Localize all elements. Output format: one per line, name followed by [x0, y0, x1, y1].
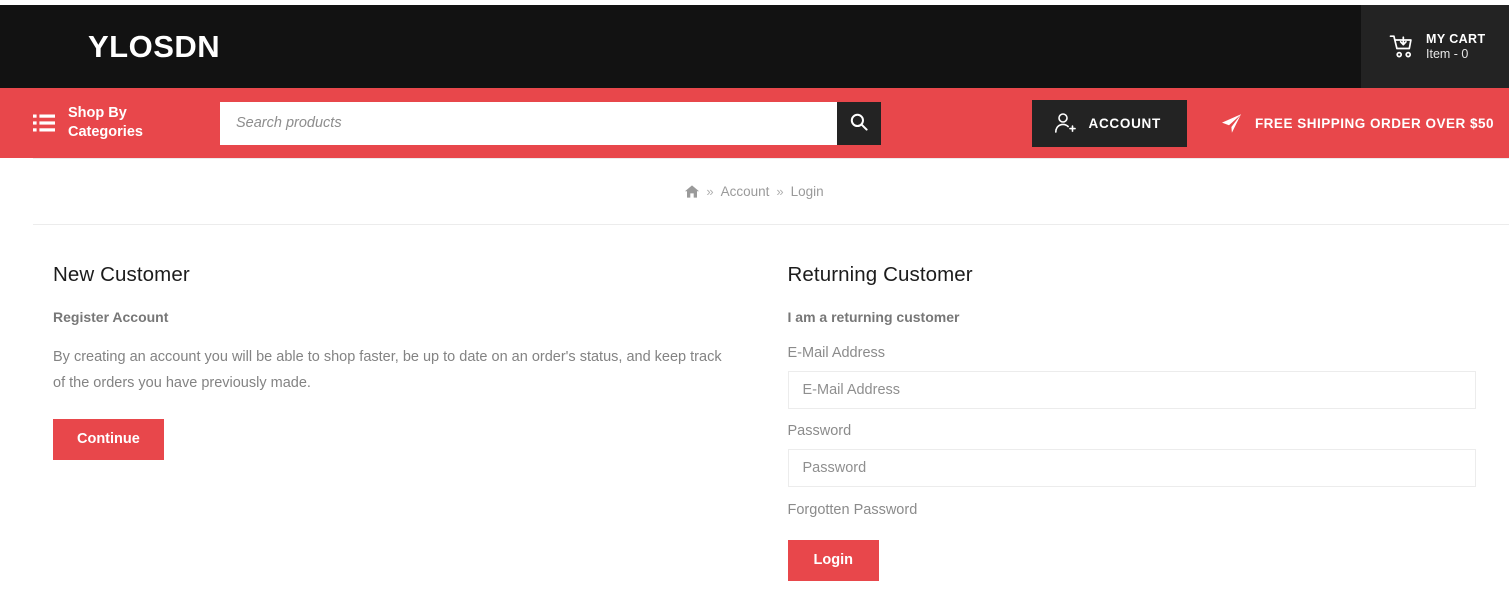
free-shipping-notice: FREE SHIPPING ORDER OVER $50 [1221, 113, 1494, 134]
search-icon [850, 113, 868, 134]
new-customer-description: By creating an account you will be able … [53, 349, 722, 391]
register-account-subtitle: Register Account [53, 309, 169, 325]
email-label: E-Mail Address [787, 345, 886, 361]
breadcrumb: » Account » Login [0, 159, 1509, 224]
login-button-row: Login [787, 540, 1477, 582]
search-input[interactable] [220, 101, 837, 145]
account-button-label: ACCOUNT [1088, 115, 1161, 131]
shop-by-line-2: Categories [68, 124, 143, 140]
cart-item-count: Item - 0 [1426, 47, 1469, 61]
returning-customer-section: Returning Customer I am a returning cust… [755, 263, 1495, 582]
new-customer-section: New Customer Register Account By creatin… [15, 263, 755, 581]
email-input[interactable] [787, 371, 1476, 409]
forgotten-password-link[interactable]: Forgotten Password [788, 502, 918, 518]
continue-button[interactable]: Continue [53, 418, 164, 460]
cart-button[interactable]: MY CART Item - 0 [1361, 5, 1509, 88]
breadcrumb-item-login[interactable]: Login [791, 184, 824, 199]
returning-customer-title: Returning Customer [787, 263, 973, 286]
search-bar [220, 101, 881, 145]
search-submit-button[interactable] [837, 101, 881, 145]
site-header: YLOSDN MY CART Item - 0 [0, 5, 1509, 88]
breadcrumb-item-account[interactable]: Account [721, 184, 770, 199]
password-label: Password [787, 423, 852, 439]
home-icon[interactable] [685, 185, 700, 198]
cart-text-group: MY CART Item - 0 [1426, 31, 1486, 61]
shop-by-categories-button[interactable]: Shop By Categories [0, 104, 188, 141]
shop-by-line-1: Shop By [68, 105, 127, 122]
account-button[interactable]: ACCOUNT [1031, 99, 1187, 147]
site-logo[interactable]: YLOSDN [88, 31, 220, 62]
password-field-group: Password [787, 423, 1476, 487]
login-button[interactable]: Login [787, 540, 879, 582]
logo-container[interactable]: YLOSDN [0, 5, 1361, 88]
breadcrumb-separator-1: » [706, 184, 714, 199]
new-customer-title: New Customer [53, 263, 190, 286]
cart-download-icon [1389, 34, 1416, 60]
email-field-group: E-Mail Address [787, 345, 1476, 409]
free-shipping-label: FREE SHIPPING ORDER OVER $50 [1254, 115, 1494, 131]
breadcrumb-separator-2: » [776, 184, 784, 199]
list-menu-icon [33, 113, 55, 133]
navbar-right-group: ACCOUNT FREE SHIPPING ORDER OVER $50 [1031, 99, 1509, 147]
shop-by-categories-label: Shop By Categories [68, 104, 143, 141]
paper-plane-icon [1221, 113, 1242, 134]
user-plus-icon [1054, 112, 1076, 134]
main-content: New Customer Register Account By creatin… [0, 225, 1509, 582]
cart-title: MY CART [1426, 31, 1486, 46]
password-input[interactable] [787, 449, 1476, 487]
main-navbar: Shop By Categories Search products ACCOU… [0, 88, 1509, 158]
returning-customer-subtitle: I am a returning customer [787, 309, 960, 325]
breadcrumb-region: » Account » Login [0, 158, 1509, 225]
